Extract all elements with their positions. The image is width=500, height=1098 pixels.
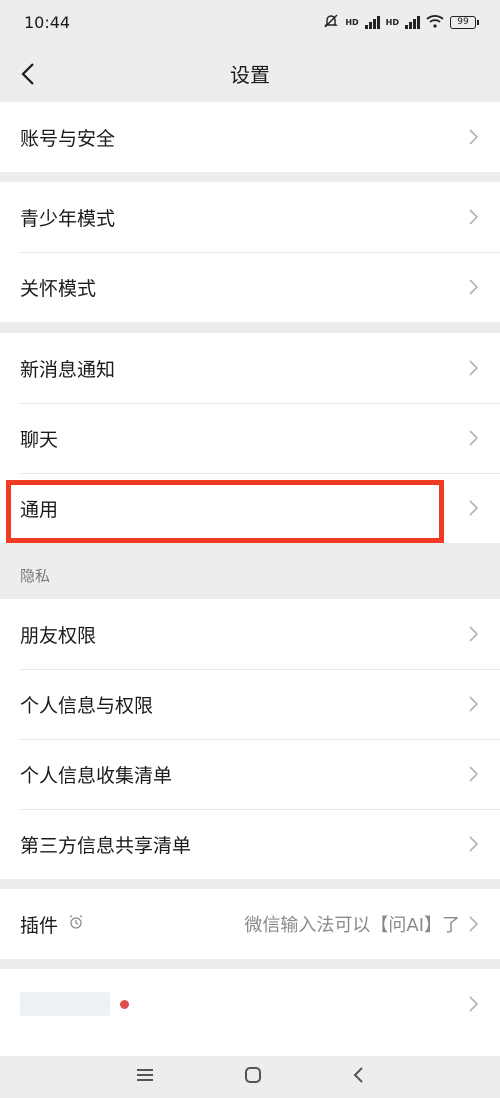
chevron-right-icon <box>466 359 480 377</box>
status-icons: HD HD 99 <box>323 13 479 32</box>
blurred-left <box>20 992 129 1016</box>
group-general: 新消息通知 聊天 通用 <box>0 333 500 543</box>
signal-icon-2 <box>405 15 420 29</box>
chevron-right-icon <box>466 625 480 643</box>
plugins-right: 微信输入法可以【问AI】了 <box>244 911 480 937</box>
page-title: 设置 <box>230 62 270 87</box>
chevron-right-icon <box>466 765 480 783</box>
row-label: 账号与安全 <box>20 127 116 150</box>
back-nav-icon[interactable] <box>351 1066 365 1088</box>
row-general[interactable]: 通用 <box>0 473 500 543</box>
menu-icon[interactable] <box>135 1067 155 1087</box>
status-time: 10:44 <box>24 12 71 32</box>
row-friend-permissions[interactable]: 朋友权限 <box>0 599 500 669</box>
group-plugins: 插件 微信输入法可以【问AI】了 <box>0 889 500 959</box>
section-title-privacy: 隐私 <box>20 567 51 585</box>
notification-dot <box>120 999 129 1009</box>
row-label: 朋友权限 <box>20 624 97 647</box>
back-button[interactable] <box>12 58 44 90</box>
chevron-right-icon <box>466 208 480 226</box>
chevron-right-icon <box>466 128 480 146</box>
row-label: 插件 <box>20 914 59 937</box>
chevron-right-icon <box>466 429 480 447</box>
row-plugins[interactable]: 插件 微信输入法可以【问AI】了 <box>0 889 500 959</box>
battery-level: 99 <box>457 17 469 27</box>
row-teen-mode[interactable]: 青少年模式 <box>0 182 500 252</box>
group-privacy: 朋友权限 个人信息与权限 个人信息收集清单 第三方信息共享清单 <box>0 599 500 879</box>
row-new-message-notification[interactable]: 新消息通知 <box>0 333 500 403</box>
group-account: 账号与安全 <box>0 102 500 172</box>
row-label: 青少年模式 <box>20 207 116 230</box>
system-nav-bar <box>0 1056 500 1098</box>
row-care-mode[interactable]: 关怀模式 <box>0 252 500 322</box>
row-label: 聊天 <box>20 428 59 451</box>
mute-icon <box>323 13 339 32</box>
row-personal-info-permissions[interactable]: 个人信息与权限 <box>0 669 500 739</box>
chevron-right-icon <box>466 499 480 517</box>
status-bar: 10:44 HD HD 99 <box>0 0 500 44</box>
chevron-right-icon <box>466 278 480 296</box>
signal-icon-1 <box>364 15 380 29</box>
chevron-right-icon <box>466 995 480 1013</box>
wifi-icon <box>426 14 444 31</box>
hd-label-1: HD <box>345 17 359 27</box>
blurred-label <box>20 992 110 1016</box>
plugins-promo-text: 微信输入法可以【问AI】了 <box>244 915 460 936</box>
chevron-right-icon <box>466 835 480 853</box>
row-label: 通用 <box>20 498 59 521</box>
plugins-left: 插件 <box>20 911 84 938</box>
row-label: 新消息通知 <box>20 358 116 381</box>
row-label: 第三方信息共享清单 <box>20 834 192 857</box>
battery-icon: 99 <box>450 15 479 29</box>
alarm-icon <box>68 914 84 934</box>
row-chat[interactable]: 聊天 <box>0 403 500 473</box>
chevron-right-icon <box>466 915 480 933</box>
group-modes: 青少年模式 关怀模式 <box>0 182 500 322</box>
header: 设置 <box>0 44 500 102</box>
row-account-security[interactable]: 账号与安全 <box>0 102 500 172</box>
chevron-right-icon <box>466 695 480 713</box>
row-label: 个人信息收集清单 <box>20 764 173 787</box>
row-third-party-sharing-list[interactable]: 第三方信息共享清单 <box>0 809 500 879</box>
home-icon[interactable] <box>244 1066 262 1088</box>
group-blurred <box>0 969 500 1056</box>
row-label: 个人信息与权限 <box>20 694 154 717</box>
hd-label-2: HD <box>385 17 399 27</box>
chevron-left-icon <box>21 63 34 85</box>
row-label: 关怀模式 <box>20 277 97 300</box>
row-blurred-item[interactable] <box>0 969 500 1039</box>
row-personal-info-collection-list[interactable]: 个人信息收集清单 <box>0 739 500 809</box>
